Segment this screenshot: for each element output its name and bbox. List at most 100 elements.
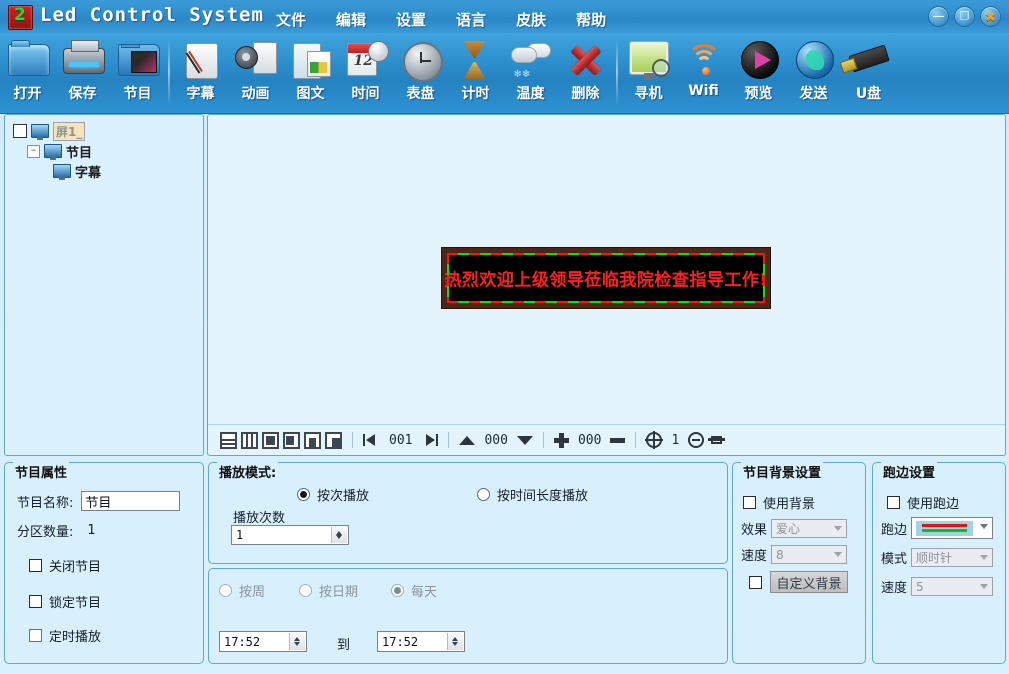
page-index-value: 001	[389, 432, 413, 448]
border-speed-select[interactable]: 5	[911, 577, 994, 596]
menu-item-file[interactable]: 文件	[272, 8, 310, 31]
increase-button[interactable]	[553, 432, 569, 448]
spinner-down-button[interactable]	[448, 641, 463, 651]
use-background-checkbox[interactable]	[743, 496, 756, 509]
spinner-up-button[interactable]	[332, 527, 347, 535]
toolbar-separator	[616, 39, 618, 105]
use-border-checkbox[interactable]	[887, 496, 900, 509]
border-style-select[interactable]	[911, 517, 994, 539]
align-left-button[interactable]	[283, 431, 300, 449]
spinner-down-button[interactable]	[332, 535, 347, 543]
toolbar-separator	[352, 432, 353, 448]
toolbar-button-program[interactable]: 节目	[110, 36, 165, 108]
toolbar-button-time[interactable]: 时间	[338, 36, 393, 108]
toolbar-button-preview[interactable]: 预览	[731, 36, 786, 108]
title-bar: Led Control System 文件 编辑 设置 语言 皮肤 帮助 — ❐…	[0, 0, 1009, 34]
move-up-button[interactable]	[459, 435, 476, 445]
play-by-count-radio[interactable]	[297, 488, 310, 501]
tree-item-screen1[interactable]: 屏1_	[13, 121, 203, 141]
chevron-down-icon	[980, 524, 989, 529]
play-count-spinner[interactable]	[231, 525, 349, 545]
align-corner-button[interactable]	[325, 431, 342, 449]
lock-program-checkbox[interactable]	[29, 594, 42, 608]
spinner-buttons[interactable]	[289, 633, 305, 650]
screen-monitor-icon	[44, 144, 62, 160]
next-page-button[interactable]	[421, 432, 439, 448]
tree-item-program[interactable]: − 节目	[13, 141, 203, 161]
by-week-radio[interactable]	[219, 584, 232, 597]
zoom-in-button[interactable]	[645, 431, 664, 449]
led-canvas-area[interactable]: 热烈欢迎上级领导莅临我院检查指导工作!	[208, 115, 1005, 424]
toolbar-button-usb[interactable]: U盘	[841, 36, 896, 108]
tree-item-subtitle[interactable]: 字幕	[13, 161, 203, 181]
close-button[interactable]: ✖	[980, 6, 1001, 27]
spinner-down-button[interactable]	[290, 641, 305, 651]
decrease-button[interactable]	[610, 437, 626, 443]
maximize-button[interactable]: ❐	[954, 6, 975, 27]
background-effect-select[interactable]: 爱心	[771, 519, 848, 538]
tree-checkbox[interactable]	[13, 124, 27, 138]
end-time-spinner[interactable]	[377, 631, 465, 652]
toolbar-button-save[interactable]: 保存	[55, 36, 110, 108]
border-style-label: 跑边	[881, 522, 908, 538]
menu-item-help[interactable]: 帮助	[572, 8, 610, 31]
toolbar-button-finddevice[interactable]: 寻机	[621, 36, 676, 108]
toolbar-label: 温度	[516, 86, 545, 102]
toolbar-button-temperature[interactable]: ❄❄ 温度	[503, 36, 558, 108]
menu-item-skin[interactable]: 皮肤	[512, 8, 550, 31]
play-by-duration-radio[interactable]	[477, 488, 490, 501]
every-day-radio[interactable]	[391, 584, 404, 597]
led-screen[interactable]: 热烈欢迎上级领导莅临我院检查指导工作!	[444, 253, 767, 303]
minimize-button[interactable]: —	[928, 6, 949, 27]
zoom-out-button[interactable]	[688, 432, 705, 448]
time-calendar-icon	[343, 38, 389, 82]
toolbar-button-delete[interactable]: 删除	[558, 36, 613, 108]
delete-cross-icon	[563, 38, 609, 82]
panel-title: 节目属性	[13, 462, 70, 481]
toolbar-separator	[168, 39, 170, 105]
split-vertical-button[interactable]	[241, 431, 258, 449]
toolbar-label: 寻机	[634, 86, 663, 102]
menu-item-language[interactable]: 语言	[452, 8, 490, 31]
toolbar-button-wifi[interactable]: Wifi	[676, 36, 731, 108]
background-speed-select[interactable]: 8	[771, 545, 848, 564]
border-mode-select[interactable]: 顺时针	[911, 548, 994, 567]
tree-expander-icon[interactable]: −	[27, 144, 40, 158]
custom-background-button[interactable]: 自定义背景	[770, 571, 848, 593]
custom-background-checkbox[interactable]	[749, 575, 762, 589]
open-folder-icon	[5, 38, 51, 82]
move-down-button[interactable]	[516, 435, 533, 445]
align-bottom-button[interactable]	[304, 431, 321, 449]
close-program-checkbox[interactable]	[29, 558, 42, 572]
split-horizontal-button[interactable]	[220, 431, 237, 449]
start-time-spinner[interactable]	[219, 631, 307, 652]
toolbar-button-open[interactable]: 打开	[0, 36, 55, 108]
toolbar-button-timer[interactable]: 计时	[448, 36, 503, 108]
led-screen-frame[interactable]: 热烈欢迎上级领导莅临我院检查指导工作!	[441, 247, 771, 309]
menu-item-settings[interactable]: 设置	[392, 8, 430, 31]
menu-item-edit[interactable]: 编辑	[332, 8, 370, 31]
spinner-buttons[interactable]	[447, 633, 463, 650]
toolbar-button-send[interactable]: 发送	[786, 36, 841, 108]
timed-play-label: 定时播放	[49, 629, 102, 645]
background-effect-label: 效果	[741, 523, 768, 538]
toolbar-button-dial[interactable]: 表盘	[393, 36, 448, 108]
spinner-buttons[interactable]	[331, 527, 347, 543]
program-name-input[interactable]	[81, 491, 181, 511]
wifi-icon	[681, 38, 727, 82]
align-center-button[interactable]	[262, 431, 279, 449]
play-by-duration-label: 按时间长度播放	[497, 489, 589, 504]
spinner-up-button[interactable]	[290, 633, 305, 642]
app-title: Led Control System	[40, 4, 264, 26]
toolbar-button-animation[interactable]: 动画	[228, 36, 283, 108]
toolbar-button-subtitle[interactable]: 字幕	[173, 36, 228, 108]
border-mode-value: 顺时针	[916, 551, 953, 565]
save-printer-icon	[60, 38, 106, 82]
partition-count-value: 1	[87, 522, 96, 538]
timed-play-checkbox[interactable]	[29, 628, 42, 642]
spinner-up-button[interactable]	[448, 633, 463, 642]
previous-page-button[interactable]	[363, 432, 380, 448]
fit-to-window-button[interactable]	[708, 432, 726, 448]
toolbar-button-imagetext[interactable]: 图文	[283, 36, 338, 108]
by-date-radio[interactable]	[299, 584, 312, 597]
